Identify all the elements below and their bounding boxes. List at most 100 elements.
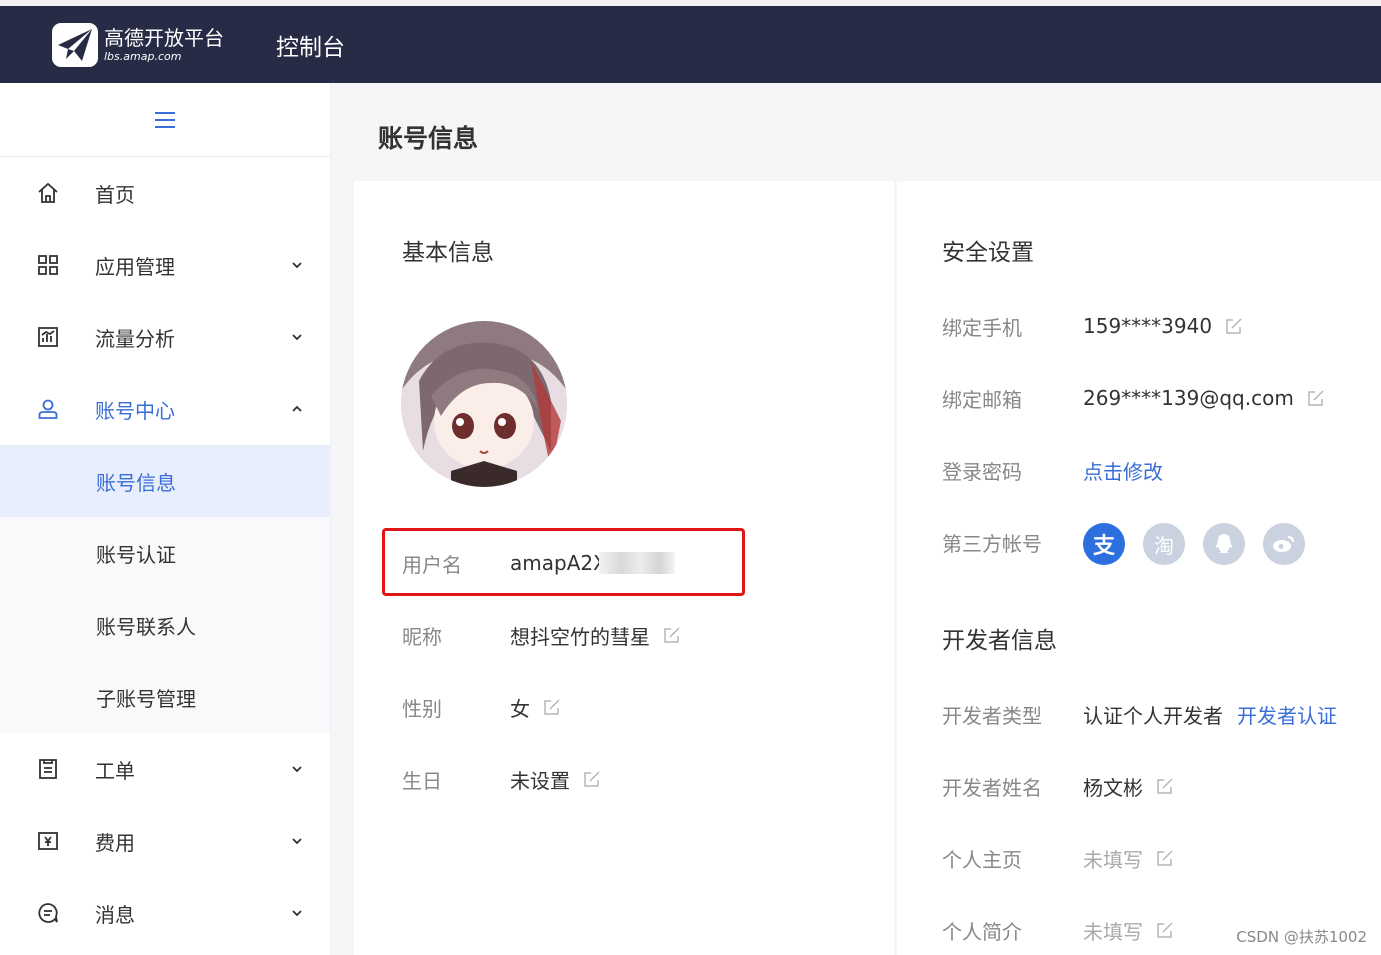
- developer-type-value: 认证个人开发者: [1083, 703, 1223, 728]
- homepage-value: 未填写: [1083, 847, 1143, 872]
- sidebar-subitem-account-verify[interactable]: 账号认证: [0, 517, 330, 589]
- gender-label: 性别: [402, 696, 442, 721]
- sidebar-item-label: 应用管理: [95, 254, 175, 279]
- sidebar-subitem-label: 账号认证: [96, 542, 176, 567]
- gender-row: 性别 女: [402, 693, 852, 721]
- edit-icon[interactable]: [1155, 920, 1175, 940]
- taobao-glyph: 淘: [1154, 533, 1174, 558]
- chevron-up-icon: [292, 405, 302, 412]
- sidebar-item-label: 账号中心: [95, 398, 175, 423]
- developer-type-label: 开发者类型: [942, 703, 1042, 728]
- chart-icon: [38, 327, 58, 347]
- sidebar-item-apps[interactable]: 应用管理: [0, 229, 330, 301]
- brand-subtitle: lbs.amap.com: [104, 49, 182, 63]
- edit-icon[interactable]: [582, 769, 602, 789]
- taobao-icon[interactable]: 淘: [1143, 523, 1185, 565]
- phone-row: 绑定手机 159****3940: [942, 312, 1372, 340]
- basic-info-card: 基本信息 用户名 amapA2X 昵称 想抖空竹的彗星 性别 女 生日 未设置: [354, 181, 894, 955]
- sidebar-item-billing[interactable]: 费用: [0, 805, 330, 877]
- birthday-row: 生日 未设置: [402, 765, 852, 793]
- developer-name-row: 开发者姓名 杨文彬: [942, 772, 1372, 800]
- sidebar-item-label: 流量分析: [95, 326, 175, 351]
- top-navbar: 高德开放平台 lbs.amap.com 控制台: [0, 6, 1381, 83]
- edit-icon[interactable]: [1306, 388, 1326, 408]
- bio-label: 个人简介: [942, 919, 1022, 944]
- edit-icon[interactable]: [542, 697, 562, 717]
- brand-logo[interactable]: 高德开放平台 lbs.amap.com: [52, 22, 224, 67]
- edit-icon[interactable]: [1155, 848, 1175, 868]
- sidebar-subitem-account-info[interactable]: 账号信息: [0, 445, 330, 517]
- nickname-row: 昵称 想抖空竹的彗星: [402, 621, 852, 649]
- watermark: CSDN @扶苏1002: [1236, 928, 1367, 946]
- homepage-label: 个人主页: [942, 847, 1022, 872]
- username-label: 用户名: [402, 552, 462, 577]
- sidebar-subitem-label: 账号信息: [96, 470, 176, 495]
- third-party-label: 第三方帐号: [942, 531, 1042, 556]
- security-card: 安全设置 绑定手机 159****3940 绑定邮箱 269****139@qq…: [897, 181, 1381, 955]
- sidebar-item-account-center[interactable]: 账号中心: [0, 373, 330, 445]
- sidebar-item-messages[interactable]: 消息: [0, 877, 330, 949]
- chevron-down-icon: [292, 910, 302, 917]
- bio-value: 未填写: [1083, 919, 1143, 944]
- email-value: 269****139@qq.com: [1083, 386, 1294, 410]
- page-title: 账号信息: [378, 124, 479, 153]
- phone-label: 绑定手机: [942, 315, 1022, 340]
- grid-icon: [38, 255, 58, 275]
- developer-verify-link[interactable]: 开发者认证: [1237, 700, 1337, 729]
- ticket-icon: [39, 759, 57, 779]
- sidebar-item-label: 费用: [95, 830, 135, 855]
- qq-glyph: [1216, 534, 1232, 553]
- home-icon: [38, 182, 58, 203]
- edit-icon[interactable]: [1224, 316, 1244, 336]
- birthday-label: 生日: [402, 768, 442, 793]
- hamburger-icon: [155, 111, 175, 128]
- alipay-icon[interactable]: 支: [1083, 523, 1125, 565]
- sidebar-item-label: 工单: [95, 758, 135, 783]
- security-title: 安全设置: [942, 240, 1034, 266]
- edit-icon[interactable]: [662, 625, 682, 645]
- developer-info-title: 开发者信息: [942, 628, 1057, 654]
- homepage-row: 个人主页 未填写: [942, 844, 1372, 872]
- qq-icon[interactable]: [1203, 523, 1245, 565]
- developer-name-label: 开发者姓名: [942, 775, 1042, 800]
- menu-toggle-button[interactable]: [0, 83, 330, 157]
- phone-value: 159****3940: [1083, 314, 1213, 338]
- sidebar-item-label: 首页: [95, 182, 135, 207]
- sidebar-item-label: 消息: [95, 902, 135, 927]
- sidebar-item-tickets[interactable]: 工单: [0, 733, 330, 805]
- weibo-icon[interactable]: [1263, 523, 1305, 565]
- sidebar-subitem-account-contacts[interactable]: 账号联系人: [0, 589, 330, 661]
- nickname-label: 昵称: [402, 624, 442, 649]
- message-icon: [38, 903, 58, 923]
- brand-title: 高德开放平台: [104, 25, 224, 50]
- password-label: 登录密码: [942, 459, 1022, 484]
- sidebar-subitem-subaccounts[interactable]: 子账号管理: [0, 661, 330, 733]
- username-row: 用户名 amapA2X: [402, 549, 852, 577]
- developer-name-value: 杨文彬: [1083, 775, 1143, 800]
- developer-type-row: 开发者类型 认证个人开发者 开发者认证: [942, 700, 1372, 728]
- sidebar-item-home[interactable]: 首页: [0, 157, 330, 229]
- password-row: 登录密码 点击修改: [942, 456, 1372, 484]
- avatar[interactable]: [401, 321, 567, 487]
- chevron-down-icon: [292, 334, 302, 341]
- username-value: amapA2X: [510, 551, 607, 575]
- change-password-link[interactable]: 点击修改: [1083, 456, 1163, 485]
- chevron-down-icon: [292, 766, 302, 773]
- console-link[interactable]: 控制台: [276, 28, 345, 62]
- basic-info-title: 基本信息: [402, 240, 494, 266]
- yuan-icon: [38, 832, 58, 850]
- user-icon: [38, 399, 58, 419]
- email-row: 绑定邮箱 269****139@qq.com: [942, 384, 1372, 412]
- sidebar-item-traffic[interactable]: 流量分析: [0, 301, 330, 373]
- email-label: 绑定邮箱: [942, 387, 1022, 412]
- chevron-down-icon: [292, 262, 302, 269]
- nickname-value: 想抖空竹的彗星: [510, 624, 650, 649]
- account-submenu: 账号信息 账号认证 账号联系人 子账号管理: [0, 445, 330, 733]
- sidebar: 首页 应用管理 流量分析 账号中心 账号信息 账号认证 账号联系人 子账号管理 …: [0, 83, 331, 955]
- amap-logo-icon: [52, 22, 98, 67]
- sidebar-subitem-label: 账号联系人: [96, 614, 196, 639]
- gender-value: 女: [510, 696, 530, 721]
- edit-icon[interactable]: [1155, 776, 1175, 796]
- sidebar-subitem-label: 子账号管理: [96, 686, 196, 711]
- redaction-blur: [598, 552, 675, 574]
